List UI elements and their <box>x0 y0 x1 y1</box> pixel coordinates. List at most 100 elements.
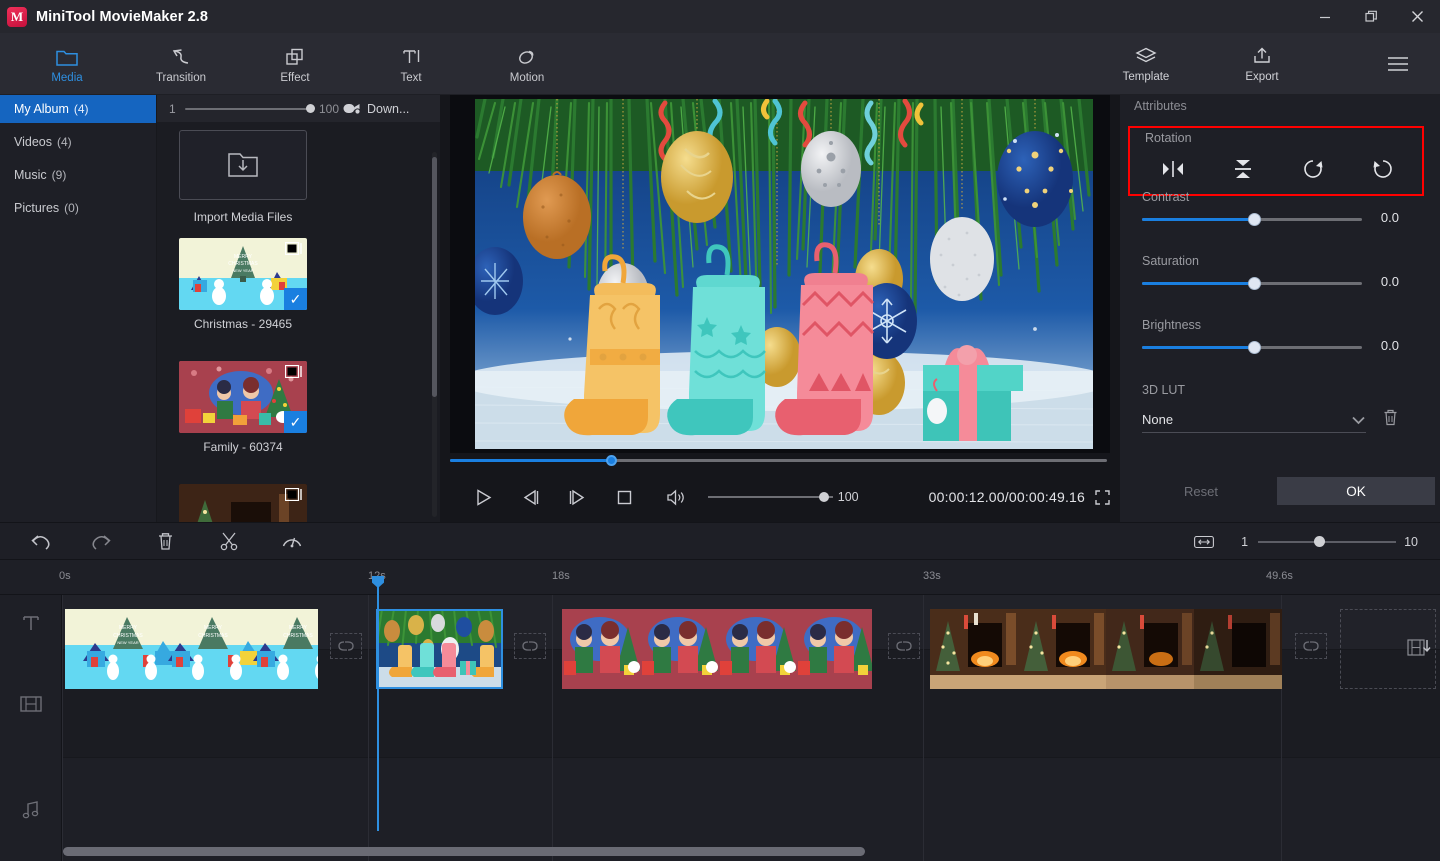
brightness-slider[interactable] <box>1142 340 1362 354</box>
template-button[interactable]: Template <box>1100 33 1192 95</box>
contrast-slider[interactable] <box>1142 212 1362 226</box>
hamburger-menu-icon[interactable] <box>1378 33 1418 95</box>
sidebar-item-music[interactable]: Music (9) <box>0 161 156 189</box>
ok-button[interactable]: OK <box>1277 477 1435 505</box>
delete-icon[interactable] <box>134 522 197 560</box>
reset-button[interactable]: Reset <box>1125 477 1277 505</box>
preview-scrubber[interactable] <box>450 453 1110 477</box>
volume-track <box>708 496 833 498</box>
flip-horizontal-icon[interactable] <box>1138 152 1208 186</box>
download-label[interactable]: Down... <box>367 102 409 116</box>
close-button[interactable] <box>1394 0 1440 33</box>
slider-fill <box>1142 218 1254 221</box>
media-selected-checkmark[interactable]: ✓ <box>284 411 307 433</box>
main-tab-bar: Media Transition Effect Text Motion <box>0 33 1440 95</box>
rotate-counterclockwise-icon[interactable] <box>1348 152 1418 186</box>
slider-knob[interactable] <box>1248 277 1261 290</box>
transition-link-icon[interactable] <box>1295 633 1327 659</box>
redo-icon[interactable] <box>71 522 134 560</box>
transition-link-icon[interactable] <box>330 633 362 659</box>
timeline-clip-christmas[interactable]: MERRY CHRISTMAS NEW YEAR MERRY CHRISTMA <box>65 609 318 689</box>
timeline-tracks: MERRY CHRISTMAS NEW YEAR MERRY CHRISTMA <box>62 595 1440 861</box>
media-list: Import Media Files MERRY CHRISTMAS NEW <box>157 122 440 522</box>
sidebar-item-pictures[interactable]: Pictures (0) <box>0 194 156 222</box>
add-media-icon[interactable] <box>1407 636 1431 660</box>
media-item-family[interactable]: ✓ Family - 60374 <box>179 361 307 454</box>
media-scrollbar-thumb[interactable] <box>432 157 437 397</box>
media-thumbnail-size-slider[interactable] <box>185 103 313 115</box>
timeline-playhead[interactable] <box>377 586 379 831</box>
export-label: Export <box>1245 71 1278 83</box>
timeline-clip-stockings[interactable] <box>376 609 503 689</box>
export-button[interactable]: Export <box>1216 33 1308 95</box>
app-window: M MiniTool MovieMaker 2.8 Media <box>0 0 1440 861</box>
speed-icon[interactable] <box>260 522 323 560</box>
window-controls <box>1302 0 1440 33</box>
media-selected-checkmark[interactable]: ✓ <box>284 288 307 310</box>
slider-knob[interactable] <box>1248 213 1261 226</box>
ruler-tick: 49.6s <box>1266 570 1293 582</box>
effect-icon <box>283 45 307 69</box>
transition-link-icon[interactable] <box>888 633 920 659</box>
svg-text:CHRISTMAS: CHRISTMAS <box>113 633 143 639</box>
sidebar-item-my-album[interactable]: My Album (4) <box>0 95 156 123</box>
timeline-zoom-max: 10 <box>1404 535 1418 549</box>
motion-icon <box>515 45 539 69</box>
lut-delete-icon[interactable] <box>1382 408 1399 426</box>
undo-icon[interactable] <box>8 522 71 560</box>
stop-icon[interactable] <box>605 482 643 512</box>
tab-media[interactable]: Media <box>17 33 117 95</box>
minimize-button[interactable] <box>1302 0 1348 33</box>
next-frame-icon[interactable] <box>558 482 596 512</box>
fullscreen-icon[interactable] <box>1095 490 1110 505</box>
timeline-clip-family[interactable] <box>562 609 872 689</box>
slider-fill <box>1142 346 1254 349</box>
tab-text-label: Text <box>400 72 421 84</box>
rotate-clockwise-icon[interactable] <box>1278 152 1348 186</box>
media-item-third[interactable] <box>179 484 307 522</box>
add-media-dropzone[interactable] <box>1340 609 1436 689</box>
svg-text:MERRY: MERRY <box>289 625 308 631</box>
music-track-lane[interactable] <box>62 758 1440 861</box>
transition-link-icon[interactable] <box>514 633 546 659</box>
tab-transition[interactable]: Transition <box>131 33 231 95</box>
fit-to-timeline-icon[interactable] <box>1193 534 1215 550</box>
play-icon[interactable] <box>464 482 502 512</box>
previous-frame-icon[interactable] <box>511 482 549 512</box>
slider-knob[interactable] <box>306 104 315 113</box>
scrubber-knob[interactable] <box>606 455 617 466</box>
import-media-button[interactable] <box>179 130 307 200</box>
sidebar-item-videos[interactable]: Videos (4) <box>0 128 156 156</box>
svg-text:MERRY: MERRY <box>204 625 223 631</box>
transition-icon <box>169 45 193 69</box>
split-icon[interactable] <box>197 522 260 560</box>
sidebar-item-label: Videos <box>14 135 52 149</box>
tab-effect[interactable]: Effect <box>245 33 345 95</box>
music-track-icon[interactable] <box>0 758 62 861</box>
maximize-button[interactable] <box>1348 0 1394 33</box>
screen-recorder-icon[interactable] <box>343 102 361 115</box>
flip-vertical-icon[interactable] <box>1208 152 1278 186</box>
slider-knob[interactable] <box>1314 536 1325 547</box>
volume-knob[interactable] <box>819 492 829 502</box>
lut-label: 3D LUT <box>1142 383 1185 397</box>
volume-slider[interactable] <box>708 490 834 504</box>
media-item-christmas[interactable]: MERRY CHRISTMAS NEW YEAR ✓ <box>179 238 307 331</box>
timeline-scrollbar-thumb[interactable] <box>63 847 865 856</box>
preview-video[interactable] <box>475 99 1093 449</box>
export-icon <box>1250 45 1274 67</box>
timeline-zoom-slider[interactable] <box>1258 535 1396 549</box>
timeline-ruler[interactable]: 0s 12s 18s 33s 49.6s <box>0 560 1440 595</box>
timeline-clip-fireplace[interactable] <box>930 609 1282 689</box>
saturation-slider[interactable] <box>1142 276 1362 290</box>
ruler-tick: 33s <box>923 570 941 582</box>
video-track-icon[interactable] <box>0 650 62 758</box>
attributes-title: Attributes <box>1134 99 1187 113</box>
timeline-zoom-control: 1 10 <box>1193 523 1418 561</box>
volume-icon[interactable] <box>656 482 694 512</box>
tab-motion[interactable]: Motion <box>477 33 577 95</box>
slider-knob[interactable] <box>1248 341 1261 354</box>
tab-text[interactable]: Text <box>361 33 461 95</box>
text-track-icon[interactable] <box>0 595 62 650</box>
lut-dropdown[interactable]: None <box>1142 407 1366 433</box>
